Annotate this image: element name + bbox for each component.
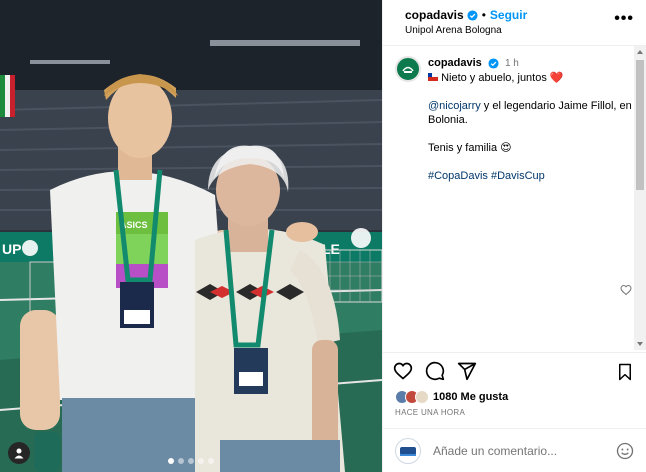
heart-emoji: ❤️ (549, 72, 564, 84)
current-user-avatar (395, 437, 421, 464)
comments-section: copadavis 1 h Nieto y abuelo, juntos ❤️ (383, 46, 646, 352)
follow-button[interactable]: Seguir (490, 8, 527, 22)
scroll-down-arrow-icon[interactable] (637, 342, 643, 346)
bookmark-icon[interactable] (616, 363, 634, 381)
smiley-icon[interactable] (616, 442, 634, 460)
caption: copadavis 1 h Nieto y abuelo, juntos ❤️ (395, 56, 634, 183)
photo-scene: UP LE ASICS (0, 0, 382, 472)
face-emoji: 😍 (500, 142, 512, 154)
user-avatar-logo-icon (400, 446, 416, 456)
comment-icon[interactable] (425, 361, 445, 381)
carousel-dot[interactable] (208, 458, 214, 464)
verified-badge-icon (488, 58, 499, 69)
comments-scrollbar[interactable] (634, 46, 646, 350)
verified-badge-icon (467, 9, 478, 21)
heart-icon[interactable] (393, 361, 413, 381)
copa-davis-logo-icon (402, 66, 414, 73)
action-bar (383, 352, 646, 388)
likes-count[interactable]: 1080 Me gusta (433, 391, 508, 403)
caption-username[interactable]: copadavis (428, 57, 482, 69)
posted-time[interactable]: HACE UNA HORA (383, 406, 646, 417)
instagram-post: UP LE ASICS copadavis • Seguir Unipol Ar… (0, 0, 646, 472)
chile-flag-icon (427, 72, 439, 81)
caption-line-1: Nieto y abuelo, juntos (441, 72, 547, 84)
liker-avatar (415, 390, 429, 404)
more-options-icon[interactable]: ••• (614, 10, 634, 28)
hashtag-link[interactable]: #DavisCup (491, 170, 545, 182)
carousel-dots (0, 458, 382, 464)
carousel-dot[interactable] (198, 458, 204, 464)
mention-link[interactable]: @nicojarry (428, 100, 481, 112)
caption-time[interactable]: 1 h (505, 58, 519, 69)
caption-like-heart-icon[interactable] (620, 284, 632, 296)
carousel-dot[interactable] (168, 458, 174, 464)
post-side-panel: copadavis • Seguir Unipol Arena Bologna … (382, 0, 646, 472)
photo-sign-left: UP (2, 241, 21, 257)
post-location[interactable]: Unipol Arena Bologna (405, 25, 527, 36)
liker-avatars[interactable] (395, 390, 429, 404)
carousel-dot[interactable] (178, 458, 184, 464)
comment-input[interactable] (433, 443, 616, 458)
add-comment-bar (383, 428, 646, 472)
share-icon[interactable] (457, 361, 477, 381)
hashtag-link[interactable]: #CopaDavis (428, 170, 488, 182)
likes-row[interactable]: 1080 Me gusta (383, 388, 646, 406)
header-separator: • (481, 8, 486, 22)
post-photo[interactable]: UP LE ASICS (0, 0, 382, 472)
caption-line-3: Tenis y familia (428, 142, 498, 154)
carousel-dot[interactable] (188, 458, 194, 464)
scrollbar-thumb[interactable] (636, 60, 644, 190)
scroll-up-arrow-icon[interactable] (637, 50, 643, 54)
header-username[interactable]: copadavis (405, 8, 464, 22)
post-header: copadavis • Seguir Unipol Arena Bologna … (383, 0, 646, 46)
caption-avatar[interactable] (395, 56, 421, 82)
